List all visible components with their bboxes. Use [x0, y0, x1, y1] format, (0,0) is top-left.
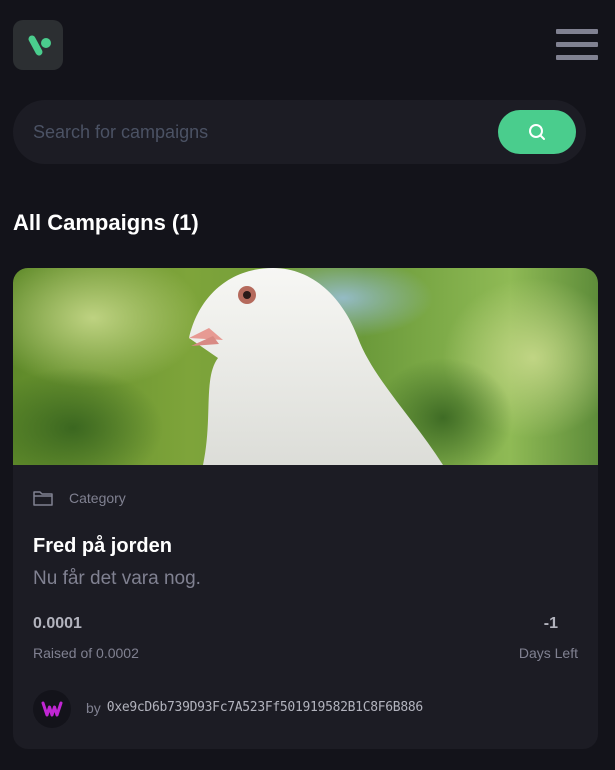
category-label: Category [69, 490, 126, 506]
campaign-count: (1) [171, 210, 199, 235]
search-button[interactable] [498, 110, 576, 154]
target-label: Raised of 0.0002 [33, 645, 139, 661]
days-left-value: -1 [543, 615, 558, 632]
white-dove-photo [13, 268, 598, 465]
amount-raised: 0.0001 [33, 615, 82, 632]
campaign-card[interactable]: Category Fred på jorden Nu får det vara … [13, 268, 598, 749]
page-title: All Campaigns (1) [13, 210, 199, 236]
owner-address: 0xe9cD6b739D93Fc7A523Ff501919582B1C8F6B8… [106, 700, 423, 715]
campaign-title: Fred på jorden [33, 535, 172, 557]
folder-icon [33, 491, 53, 506]
app-page: All Campaigns (1) [0, 0, 615, 770]
search-icon [529, 124, 545, 140]
avatar [33, 690, 71, 728]
category-row: Category [33, 488, 126, 508]
owner-prefix: by [86, 700, 101, 716]
menu-line [556, 42, 598, 47]
logo-icon[interactable] [13, 20, 63, 70]
campaign-description: Nu får det vara nog. [33, 568, 201, 589]
search-bar [13, 100, 586, 164]
hamburger-menu-icon[interactable] [556, 29, 598, 61]
menu-line [556, 29, 598, 34]
section-title: All Campaigns [13, 210, 166, 235]
menu-line [556, 55, 598, 60]
owner-line: by 0xe9cD6b739D93Fc7A523Ff501919582B1C8F… [86, 700, 423, 716]
days-left-label: Days Left [518, 645, 578, 661]
owner-avatar-icon [41, 701, 63, 717]
search-input[interactable] [33, 112, 483, 152]
